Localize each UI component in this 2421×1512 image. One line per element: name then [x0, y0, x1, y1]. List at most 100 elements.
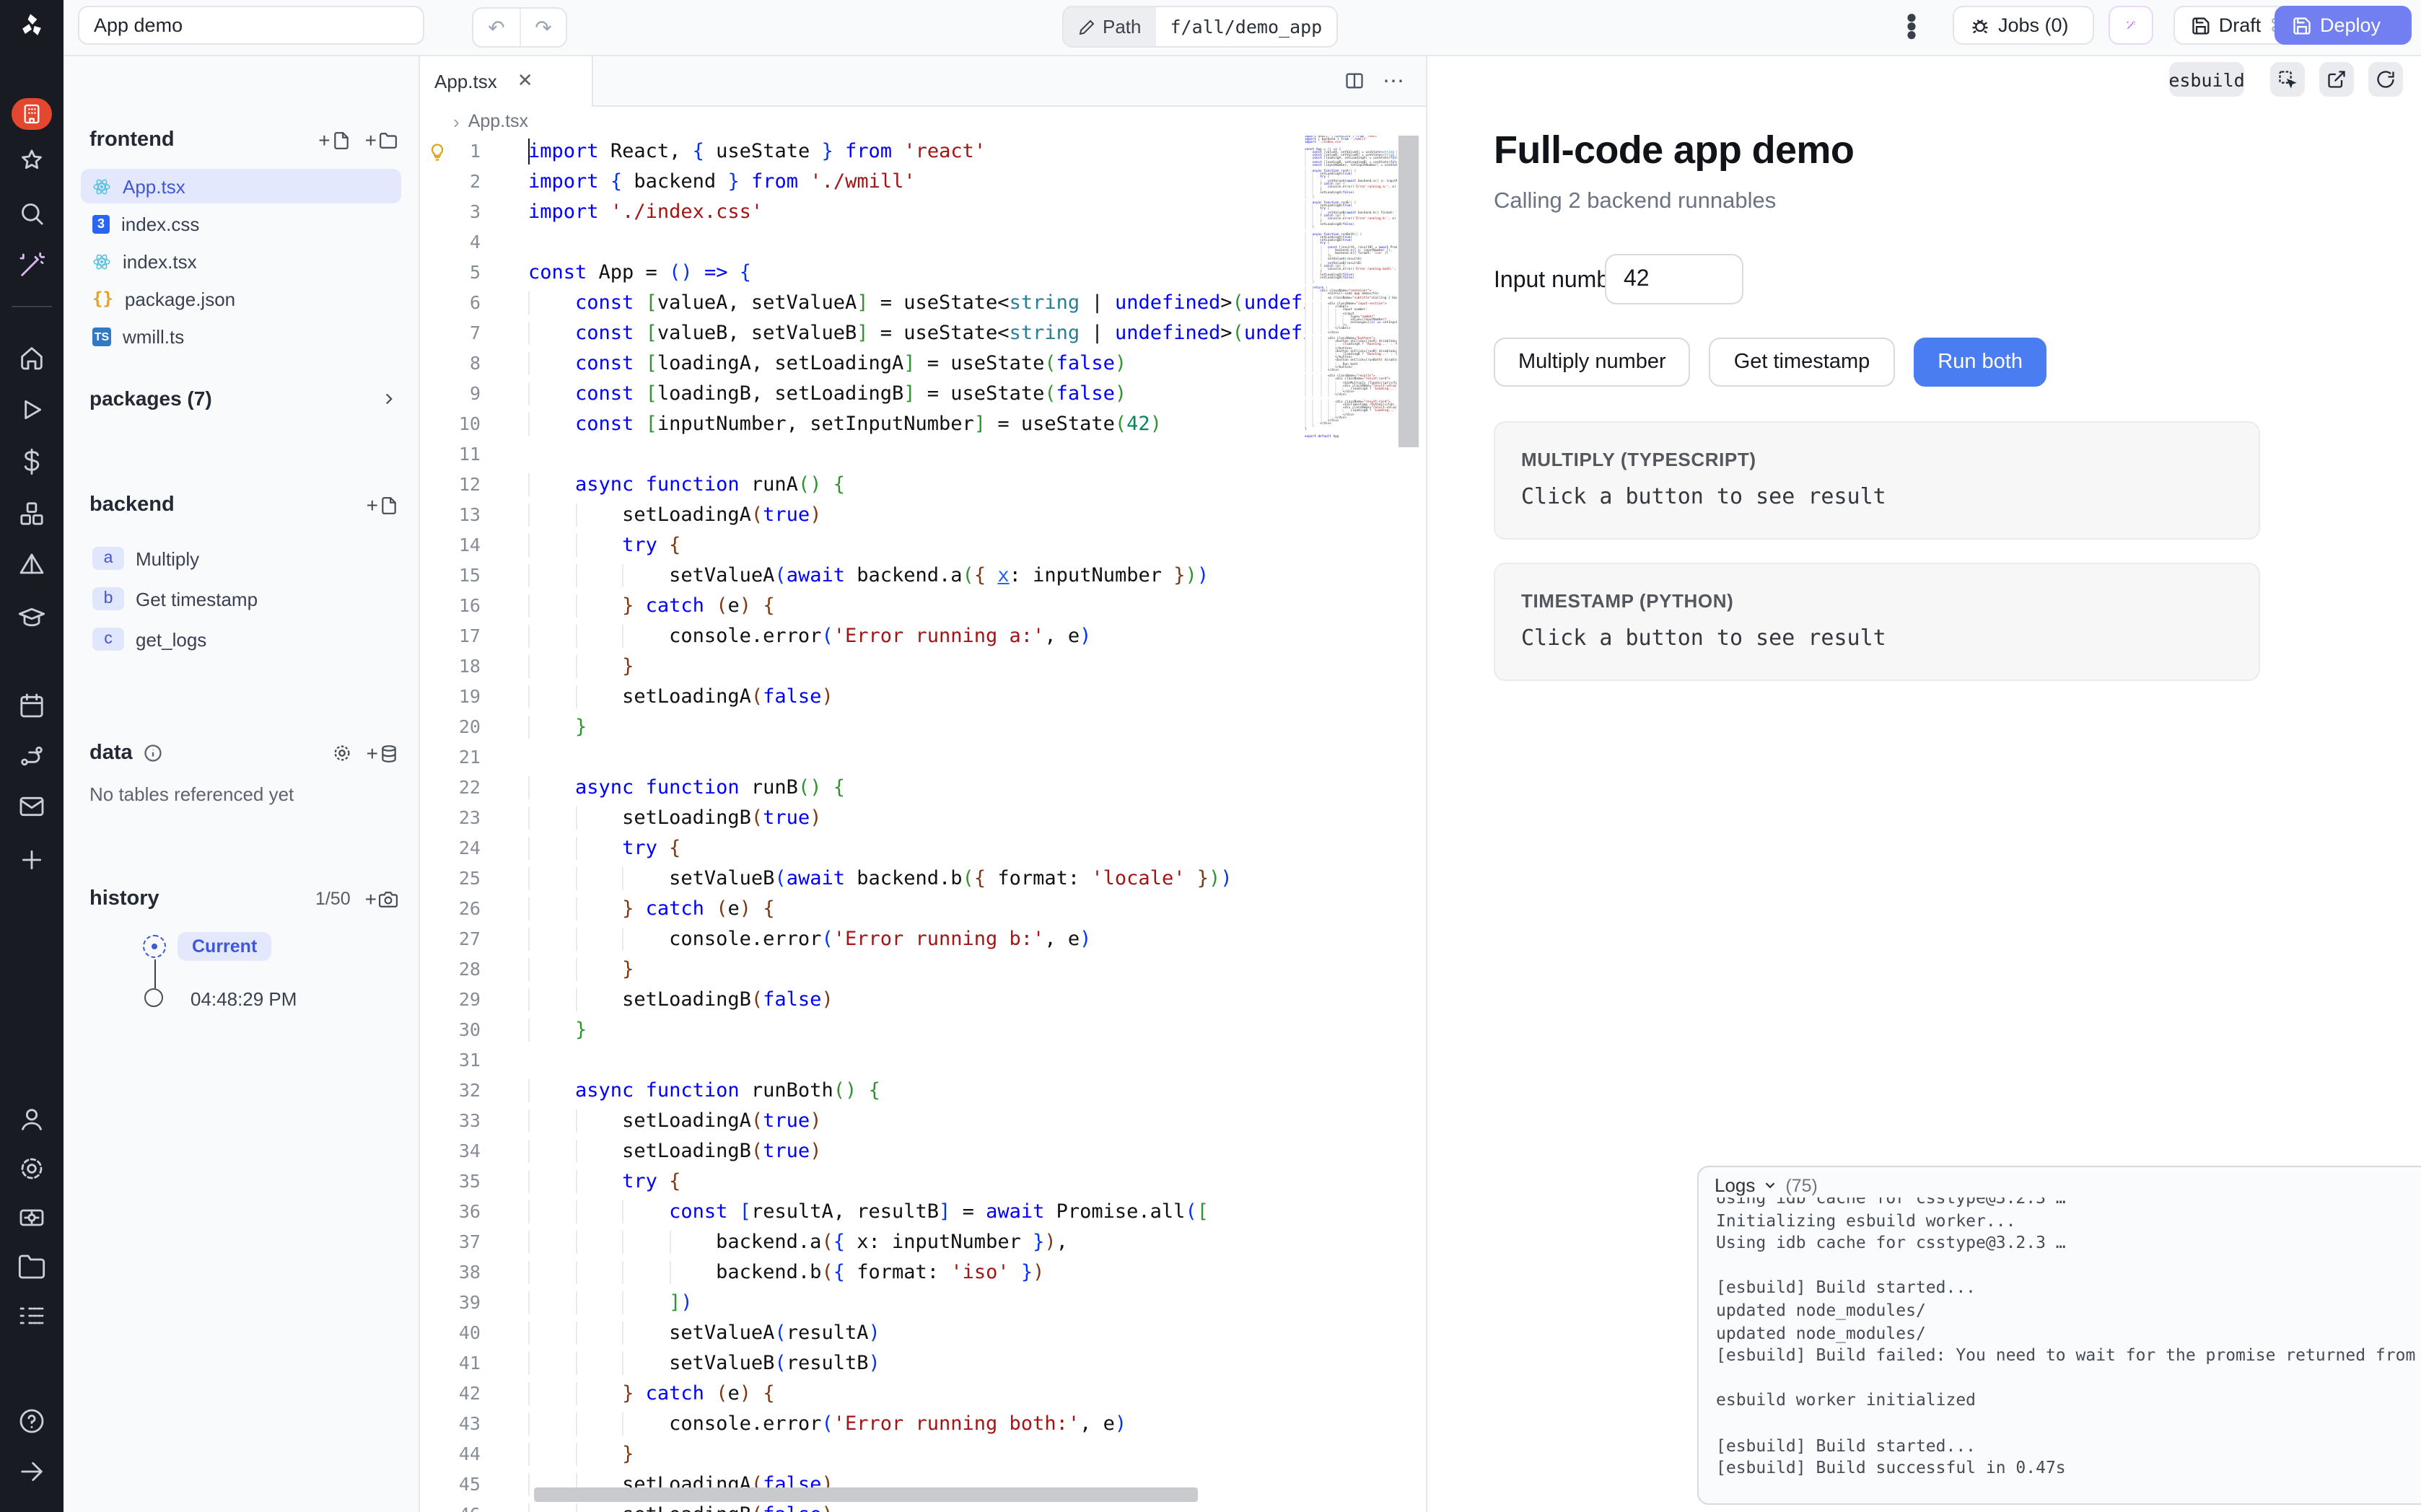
code-line[interactable]: 42 } catch (e) { [421, 1378, 1305, 1408]
file-item-index.tsx[interactable]: index.tsx [81, 244, 401, 278]
rail-item-folder-icon[interactable] [17, 1252, 46, 1281]
code-line[interactable]: 5const App = () => { [421, 257, 1305, 287]
code-line[interactable]: 32 async function runBoth() { [421, 1075, 1305, 1105]
rail-item-play-icon[interactable] [17, 395, 46, 424]
code-line[interactable]: 19 setLoadingA(false) [421, 681, 1305, 711]
code-line[interactable]: 17 console.error('Error running a:', e) [421, 620, 1305, 651]
code-line[interactable]: 40 setValueA(resultA) [421, 1317, 1305, 1348]
code-line[interactable]: 9 const [loadingB, setLoadingB] = useSta… [421, 378, 1305, 408]
rail-item-service-gear-icon[interactable] [17, 1203, 46, 1232]
code-line[interactable]: 12 async function runA() { [421, 469, 1305, 499]
file-item-wmill.ts[interactable]: TSwmill.ts [81, 319, 401, 353]
more-menu-icon[interactable]: ●●● [1903, 13, 1920, 39]
code-line[interactable]: 34 setLoadingB(true) [421, 1135, 1305, 1166]
runtime-badge[interactable]: esbuild [2169, 62, 2244, 97]
code-line[interactable]: 2import { backend } from './wmill' [421, 166, 1305, 196]
rail-item-search-icon[interactable] [17, 199, 46, 228]
rail-item-dollar-icon[interactable] [17, 447, 46, 476]
editor-more-icon[interactable]: ⋯ [1383, 69, 1406, 94]
code-line[interactable]: 37 backend.a({ x: inputNumber }), [421, 1226, 1305, 1257]
code-line[interactable]: 24 try { [421, 832, 1305, 863]
rail-item-apps-workspace[interactable] [12, 98, 52, 130]
code-line[interactable]: 44 } [421, 1438, 1305, 1469]
redo-button[interactable]: ↷ [520, 9, 566, 46]
code-line[interactable]: 38 backend.b({ format: 'iso' }) [421, 1257, 1305, 1287]
code-line[interactable]: 18 } [421, 651, 1305, 681]
rail-item-cubes-icon[interactable] [17, 499, 46, 528]
jobs-button[interactable]: Jobs (0) [1952, 6, 2093, 45]
logs-output[interactable]: Using idb cache for csstype@3.2.3 …Initi… [1716, 1197, 2421, 1499]
code-line[interactable]: 14 try { [421, 529, 1305, 560]
code-line[interactable]: 4 [421, 227, 1305, 257]
preview-button-multiply-number[interactable]: Multiply number [1494, 338, 1691, 387]
inspect-select-button[interactable] [2270, 62, 2305, 97]
file-item-index.css[interactable]: 3index.css [81, 206, 401, 241]
minimap[interactable]: import React, { useState } from 'react'i… [1305, 136, 1397, 482]
rail-item-star-icon[interactable] [17, 147, 46, 176]
code-line[interactable]: 10 const [inputNumber, setInputNumber] =… [421, 408, 1305, 439]
code-line[interactable]: 16 } catch (e) { [421, 590, 1305, 620]
preview-button-run-both[interactable]: Run both [1913, 338, 2047, 387]
code-line[interactable]: 21 [421, 742, 1305, 772]
logs-panel[interactable]: Logs (75) Using idb cache for csstype@3.… [1697, 1166, 2421, 1505]
rail-item-mail-icon[interactable] [17, 792, 46, 821]
rail-item-route-icon[interactable] [17, 742, 46, 770]
history-node[interactable] [144, 988, 163, 1007]
code-line[interactable]: 28 } [421, 954, 1305, 984]
rail-item-pyramid-icon[interactable] [17, 551, 46, 580]
file-item-package.json[interactable]: {}package.json [81, 281, 401, 316]
close-tab-icon[interactable]: ✕ [517, 70, 533, 93]
add-file-button[interactable]: + [318, 128, 350, 151]
add-snapshot-button[interactable]: + [365, 887, 398, 910]
rail-item-gear-icon[interactable] [17, 1154, 46, 1183]
breadcrumb[interactable]: › App.tsx [420, 106, 1426, 136]
vertical-scrollbar[interactable] [1398, 136, 1419, 447]
code-editor[interactable]: 1import React, { useState } from 'react'… [421, 136, 1305, 1512]
backend-item-Multiply[interactable]: aMultiply [81, 541, 401, 576]
code-line[interactable]: 3import './index.css' [421, 196, 1305, 227]
code-line[interactable]: 30 } [421, 1014, 1305, 1045]
gear-icon[interactable] [332, 743, 352, 763]
rail-item-person-icon[interactable] [17, 1105, 46, 1134]
code-line[interactable]: 25 setValueB(await backend.b({ format: '… [421, 863, 1305, 893]
file-item-App.tsx[interactable]: App.tsx [81, 169, 401, 203]
rail-item-list-icon[interactable] [17, 1301, 46, 1330]
tab-app-tsx[interactable]: App.tsx ✕ [420, 56, 593, 106]
ai-wand-button[interactable] [2108, 6, 2153, 45]
add-runnable-button[interactable]: + [367, 493, 398, 517]
code-line[interactable]: 29 setLoadingB(false) [421, 984, 1305, 1014]
code-line[interactable]: 23 setLoadingB(true) [421, 802, 1305, 832]
input-number-field[interactable] [1605, 254, 1743, 304]
code-line[interactable]: 15 setValueA(await backend.a({ x: inputN… [421, 560, 1305, 590]
code-line[interactable]: 11 [421, 439, 1305, 469]
add-table-button[interactable]: + [367, 742, 398, 765]
code-line[interactable]: 22 async function runB() { [421, 772, 1305, 802]
code-line[interactable]: 13 setLoadingA(true) [421, 499, 1305, 529]
split-editor-icon[interactable] [1344, 71, 1365, 92]
code-line[interactable]: 41 setValueB(resultB) [421, 1348, 1305, 1378]
lightbulb-icon[interactable] [427, 141, 447, 170]
undo-button[interactable]: ↶ [473, 9, 520, 46]
rail-item-plus-icon[interactable] [17, 845, 46, 874]
horizontal-scrollbar[interactable] [534, 1487, 1198, 1502]
code-line[interactable]: 31 [421, 1045, 1305, 1075]
code-line[interactable]: 26 } catch (e) { [421, 893, 1305, 923]
code-line[interactable]: 33 setLoadingA(true) [421, 1105, 1305, 1135]
windmill-logo[interactable] [14, 10, 49, 42]
path-chip[interactable]: Path f/all/demo_app [1062, 6, 1338, 48]
code-line[interactable]: 39 ]) [421, 1287, 1305, 1317]
preview-button-get-timestamp[interactable]: Get timestamp [1709, 338, 1895, 387]
code-line[interactable]: 35 try { [421, 1166, 1305, 1196]
rail-item-home-icon[interactable] [17, 343, 46, 372]
rail-item-calendar-icon[interactable] [17, 691, 46, 720]
rail-item-help-icon[interactable] [17, 1407, 46, 1436]
open-external-button[interactable] [2319, 62, 2354, 97]
rail-item-arrow-right-icon[interactable] [17, 1457, 46, 1486]
code-line[interactable]: 20 } [421, 711, 1305, 742]
logs-label[interactable]: Logs [1715, 1174, 1755, 1196]
code-line[interactable]: 7 const [valueB, setValueB] = useState<s… [421, 317, 1305, 348]
code-line[interactable]: 27 console.error('Error running b:', e) [421, 923, 1305, 954]
code-line[interactable]: 36 const [resultA, resultB] = await Prom… [421, 1196, 1305, 1226]
packages-section-header[interactable]: packages (7) [89, 387, 398, 410]
code-line[interactable]: 43 console.error('Error running both:', … [421, 1408, 1305, 1438]
